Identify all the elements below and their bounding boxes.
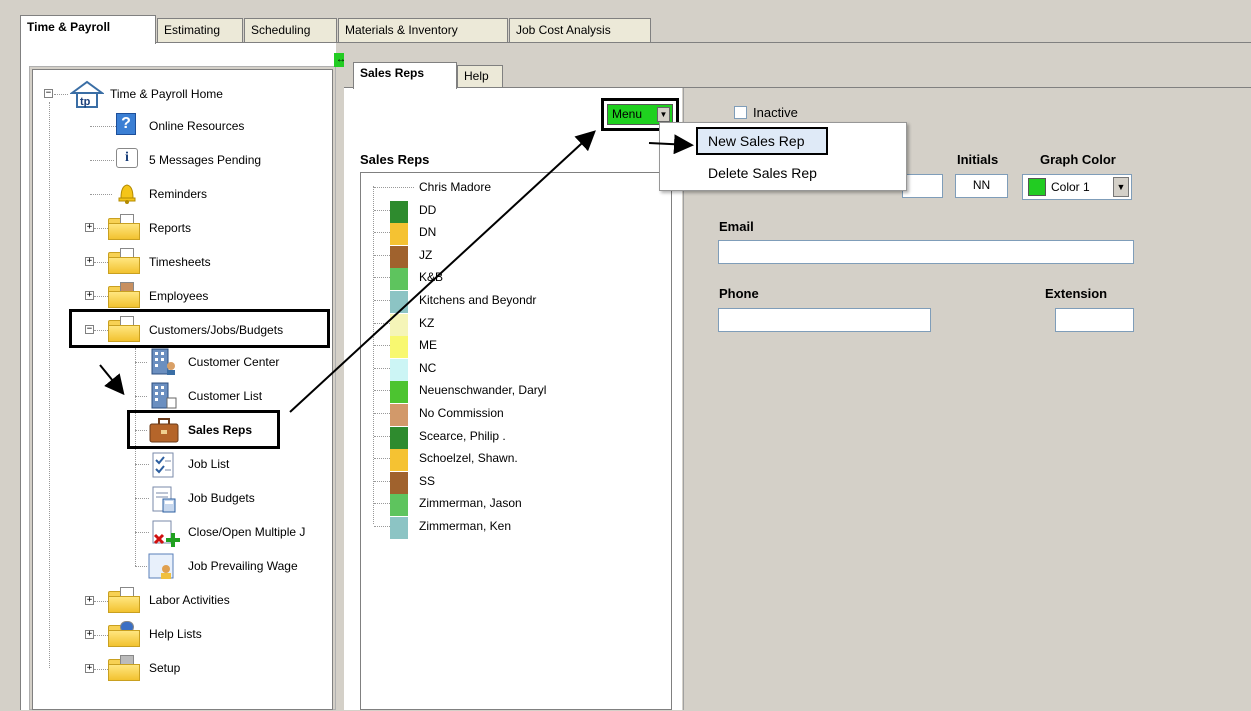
- arrow-to-customer-list: [99, 364, 125, 396]
- arrow-to-new-sales-rep: [648, 134, 694, 155]
- arrow-to-menu: [289, 130, 596, 413]
- tab-sales-reps[interactable]: Sales Reps: [353, 62, 457, 89]
- tab-time-payroll[interactable]: Time & Payroll: [20, 15, 156, 44]
- annotation-arrows: [99, 130, 694, 413]
